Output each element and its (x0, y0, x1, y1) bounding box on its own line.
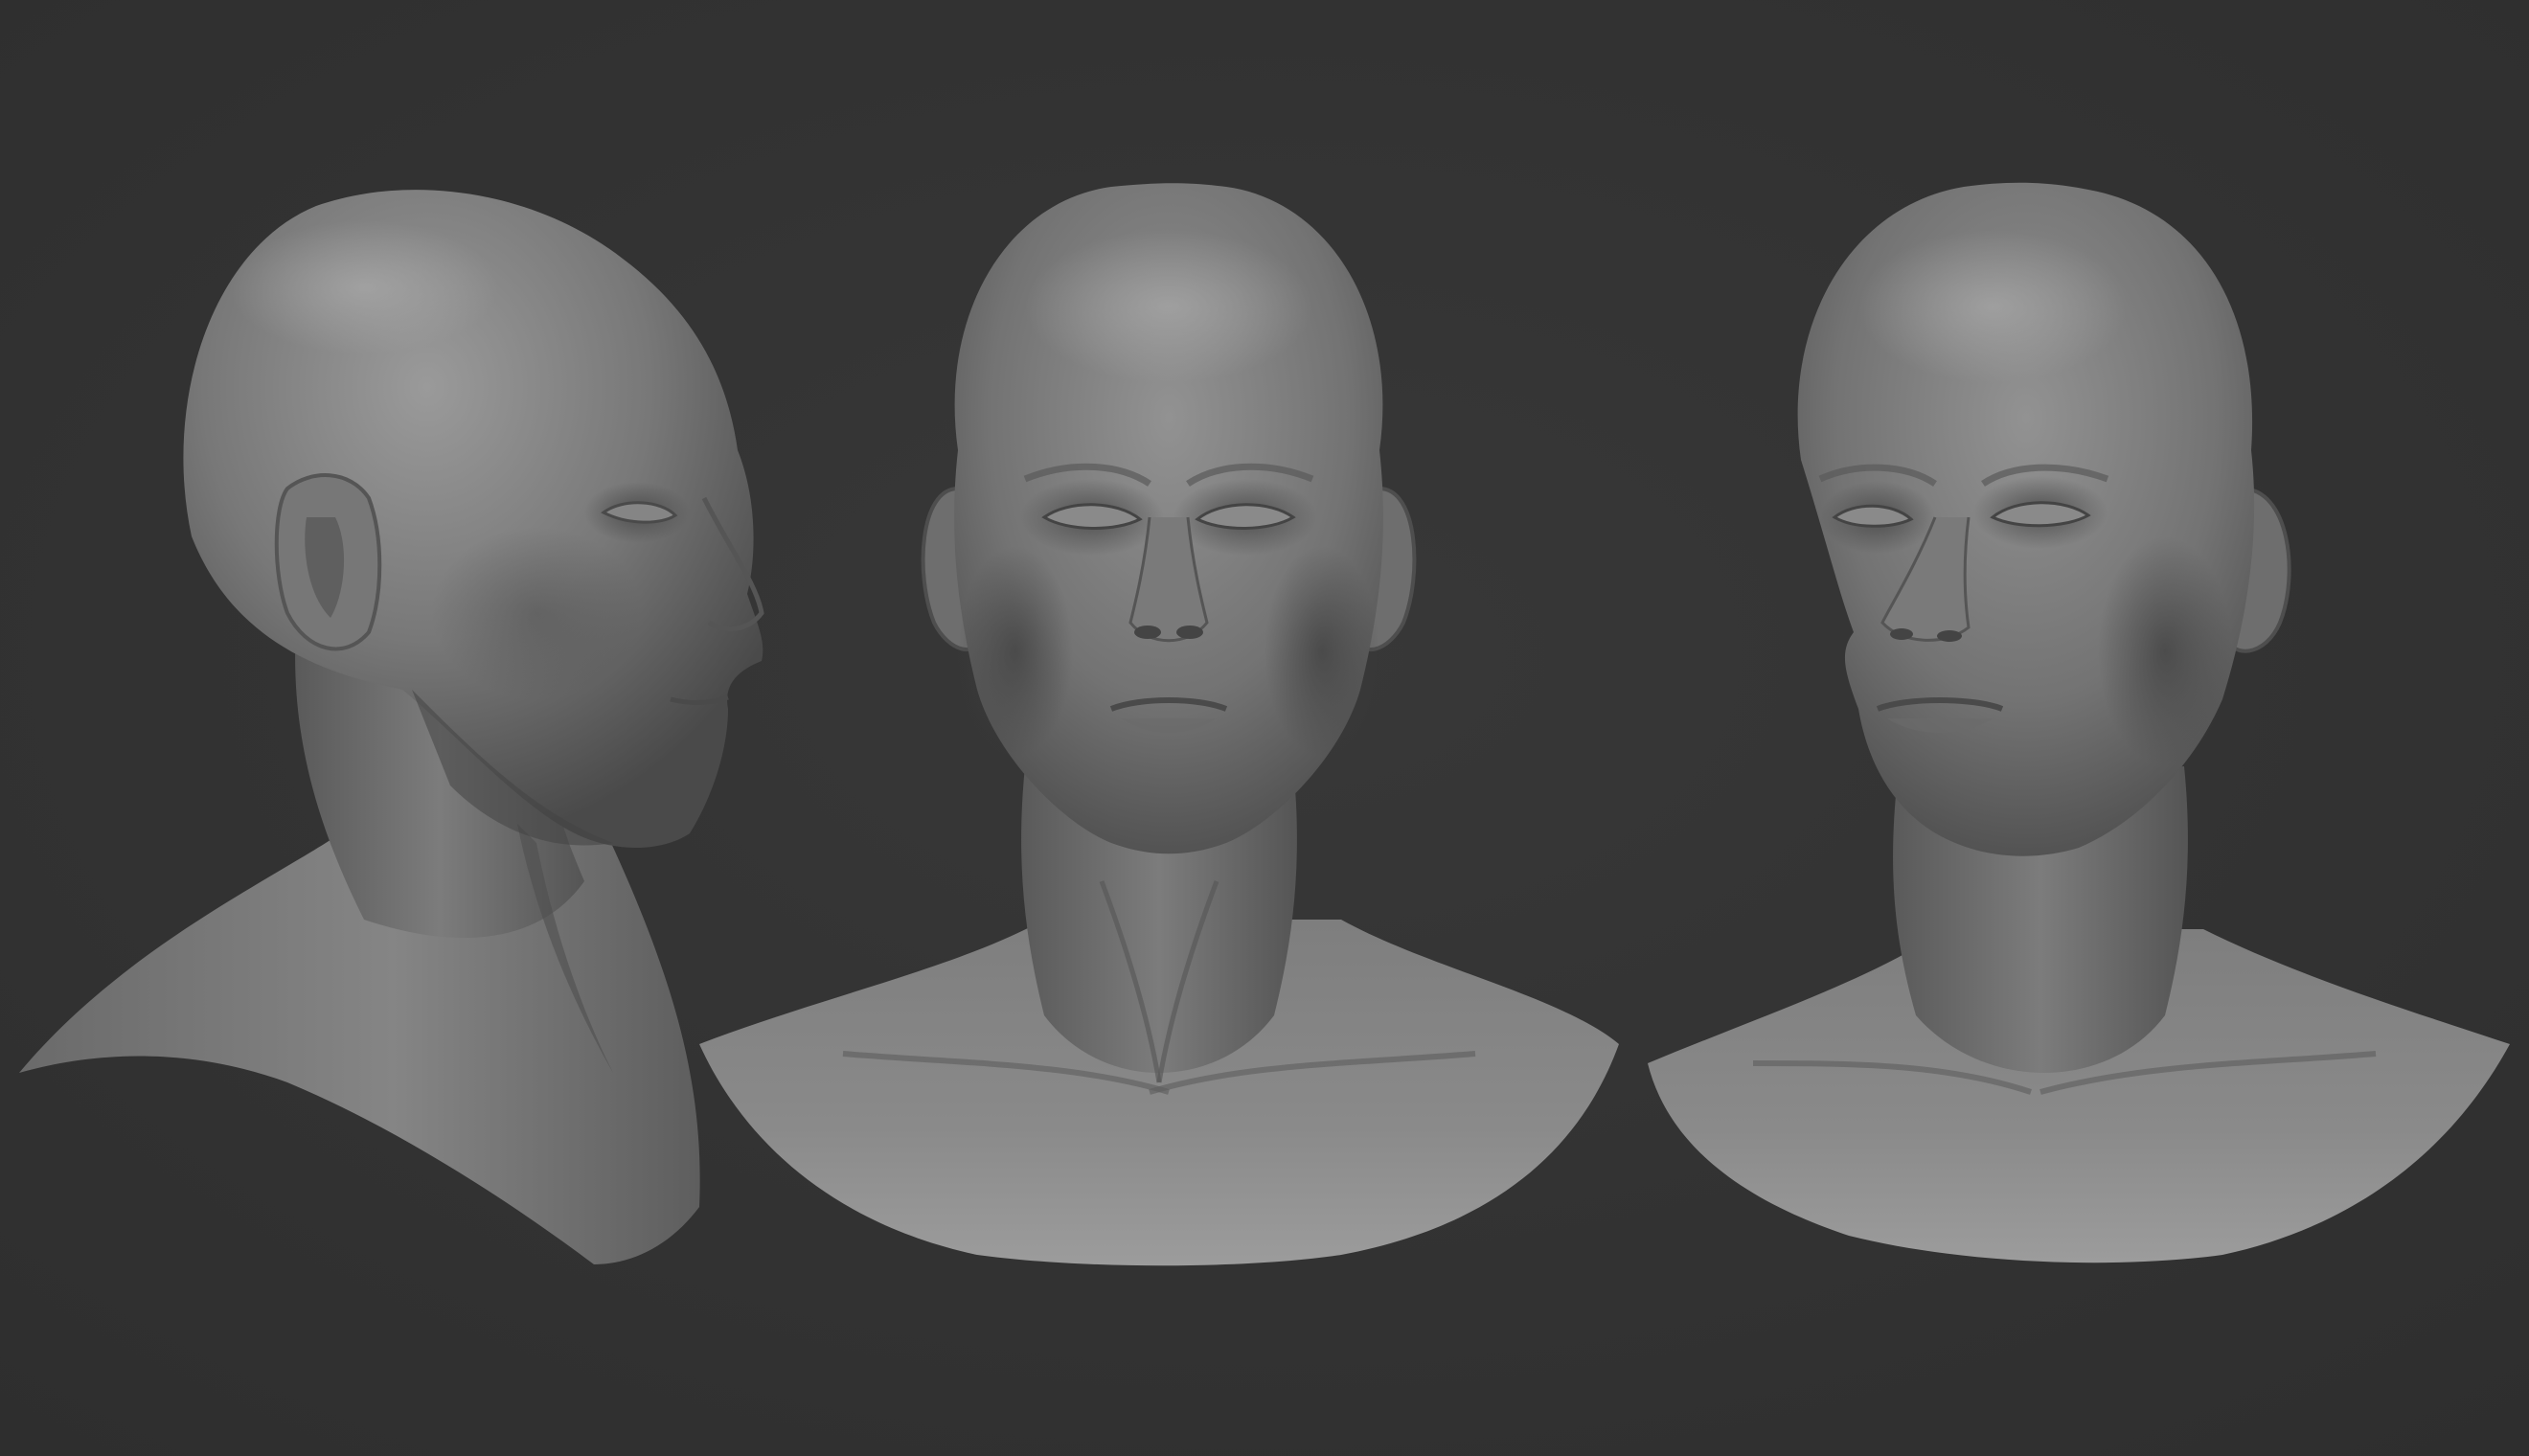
sculpt-render-canvas (0, 0, 2529, 1456)
turnaround-illustration (0, 0, 2529, 1456)
front-nostril-left (1134, 626, 1161, 639)
tq-nostril-right (1937, 630, 1962, 642)
profile-cheek-shadow (431, 527, 642, 699)
front-cheek-shadow-right (1264, 546, 1379, 757)
profile-scalp-highlight (230, 220, 498, 354)
front-scalp-highlight (1025, 230, 1312, 383)
front-cheek-shadow-left (958, 546, 1073, 757)
tq-scalp-highlight (1858, 230, 2127, 383)
tq-nostril-left (1890, 628, 1913, 640)
front-nostril-right (1176, 626, 1203, 639)
tq-cheek-shadow (2098, 536, 2232, 766)
